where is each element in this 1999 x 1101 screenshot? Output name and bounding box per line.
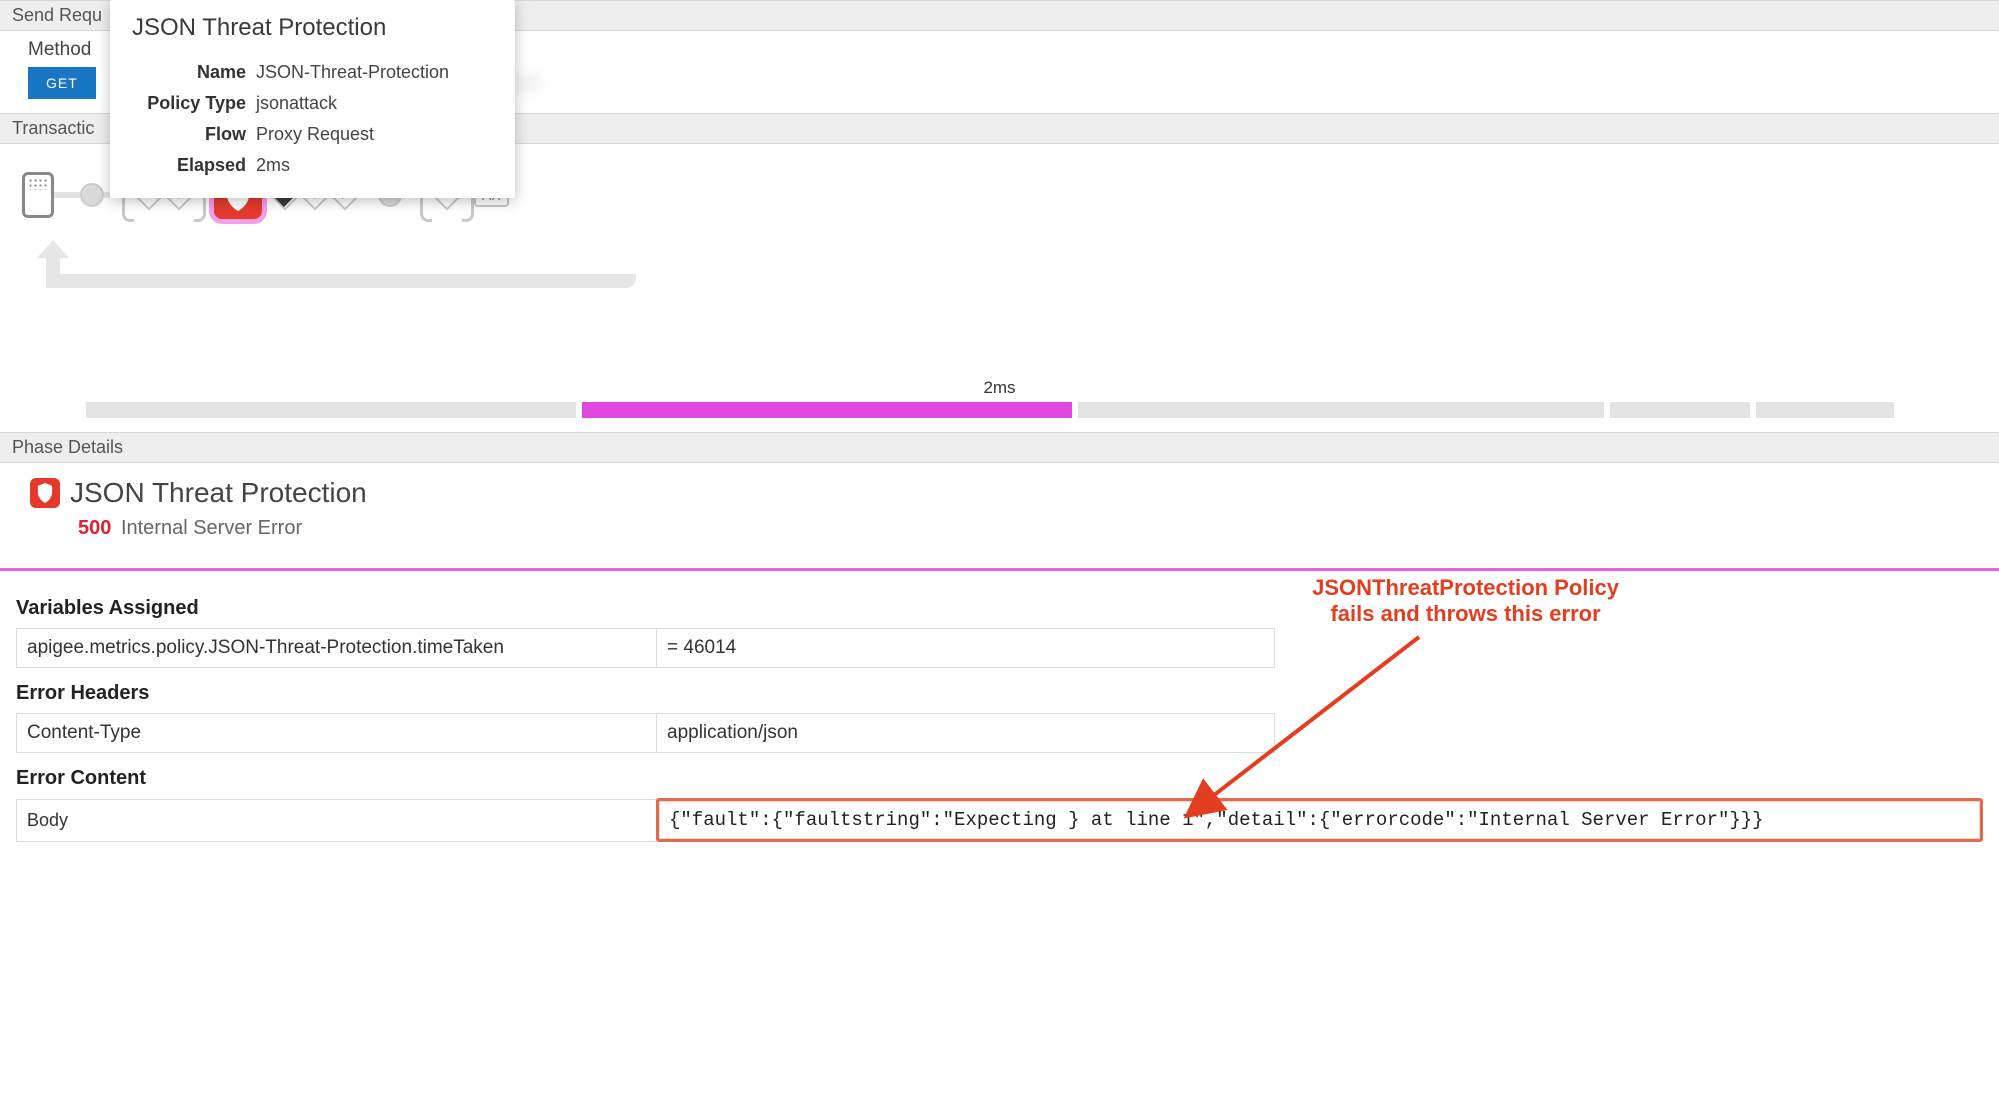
header-value: application/json bbox=[657, 714, 1275, 753]
variables-assigned-heading: Variables Assigned bbox=[16, 597, 1983, 620]
timing-bar: 2ms bbox=[0, 374, 1999, 432]
status-text: Internal Server Error bbox=[121, 517, 302, 539]
shield-icon bbox=[30, 478, 60, 508]
tooltip-title: JSON Threat Protection bbox=[132, 14, 493, 42]
error-headers-heading: Error Headers bbox=[16, 682, 1983, 705]
variables-table: apigee.metrics.policy.JSON-Threat-Protec… bbox=[16, 628, 1275, 668]
timing-label: 2ms bbox=[86, 378, 1913, 398]
response-return-arrow-icon bbox=[34, 242, 636, 288]
http-method-button[interactable]: GET bbox=[28, 67, 96, 99]
phase-details-header: Phase Details bbox=[0, 432, 1999, 463]
variable-value: = 46014 bbox=[657, 629, 1275, 668]
client-device-icon bbox=[22, 172, 54, 218]
tooltip-name-key: Name bbox=[134, 58, 254, 87]
tooltip-arrow-icon bbox=[275, 198, 293, 207]
timing-segment[interactable] bbox=[86, 402, 576, 418]
tooltip-name-value: JSON-Threat-Protection bbox=[256, 58, 491, 87]
tooltip-policytype-value: jsonattack bbox=[256, 89, 491, 118]
table-row: apigee.metrics.policy.JSON-Threat-Protec… bbox=[17, 629, 1275, 668]
body-label: Body bbox=[16, 799, 656, 842]
policy-tooltip: JSON Threat Protection Name JSON-Threat-… bbox=[110, 0, 515, 198]
error-content-heading: Error Content bbox=[16, 767, 1983, 790]
tooltip-elapsed-value: 2ms bbox=[256, 151, 491, 180]
header-name: Content-Type bbox=[17, 714, 657, 753]
phase-title: JSON Threat Protection bbox=[70, 477, 367, 509]
timing-segment[interactable] bbox=[582, 402, 1072, 418]
table-row: Content-Type application/json bbox=[17, 714, 1275, 753]
timing-segment[interactable] bbox=[1078, 402, 1604, 418]
tooltip-policytype-key: Policy Type bbox=[134, 89, 254, 118]
status-code: 500 bbox=[78, 517, 111, 539]
error-headers-table: Content-Type application/json bbox=[16, 713, 1275, 753]
timing-segment[interactable] bbox=[1610, 402, 1750, 418]
flow-node[interactable] bbox=[80, 183, 104, 207]
error-body-json: {"fault":{"faultstring":"Expecting } at … bbox=[656, 798, 1983, 842]
variable-name: apigee.metrics.policy.JSON-Threat-Protec… bbox=[17, 629, 657, 668]
tooltip-flow-value: Proxy Request bbox=[256, 120, 491, 149]
response-status: 500 Internal Server Error bbox=[30, 517, 1987, 540]
tooltip-elapsed-key: Elapsed bbox=[134, 151, 254, 180]
timing-segment[interactable] bbox=[1756, 402, 1894, 418]
tooltip-flow-key: Flow bbox=[134, 120, 254, 149]
